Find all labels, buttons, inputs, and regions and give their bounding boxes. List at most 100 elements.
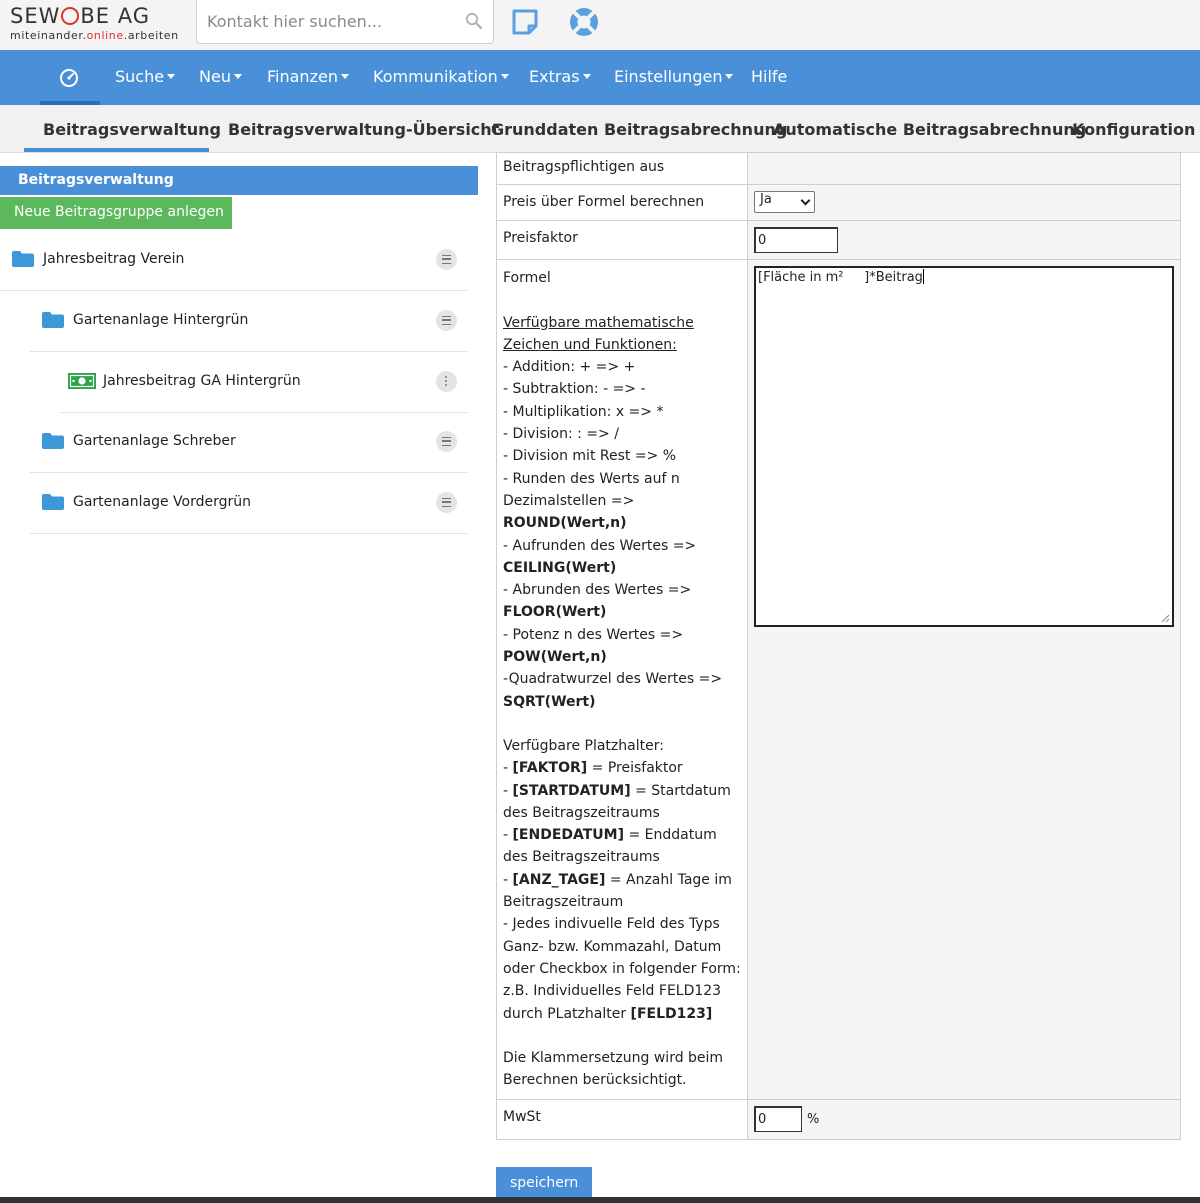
item-menu-button[interactable] — [436, 249, 457, 270]
tab-grunddaten[interactable]: Grunddaten Beitragsabrechnung — [491, 120, 787, 139]
menu-icon — [442, 316, 451, 325]
form-row-price-formula: Preis über Formel berechnen Ja — [496, 184, 1181, 222]
tree-item-label: Jahresbeitrag GA Hintergrün — [103, 373, 301, 389]
help-line: - Jedes indivuelle Feld des Typs Ganz- b… — [503, 916, 741, 977]
caret-down-icon — [340, 74, 349, 79]
resize-handle-icon[interactable] — [1161, 614, 1170, 623]
math-heading: Zeichen und Funktionen: — [503, 336, 677, 353]
item-menu-button[interactable] — [436, 371, 457, 392]
help-line: Die Klammersetzung wird beim Berechnen b… — [503, 1049, 724, 1089]
menu-icon — [442, 498, 451, 507]
tree-item[interactable]: Gartenanlage Vordergrün — [30, 473, 468, 534]
price-factor-cell: 0 — [747, 220, 1181, 261]
lifebuoy-icon[interactable] — [566, 4, 602, 40]
caret-down-icon — [500, 74, 509, 79]
help-line: -Quadratwurzel des Wertes => — [503, 671, 723, 688]
tree-item[interactable]: Gartenanlage Schreber — [30, 412, 468, 473]
new-group-button[interactable]: Neue Beitragsgruppe anlegen — [0, 197, 232, 229]
vat-group: 0 % — [754, 1106, 1174, 1133]
tab-beitragsverwaltung-uebersicht[interactable]: Beitragsverwaltung-Übersicht — [228, 120, 499, 139]
placeholder-heading: Verfügbare Platzhalter: — [503, 737, 664, 754]
payers-label: Beitragspflichtigen aus — [496, 151, 748, 186]
contact-search-input[interactable] — [207, 0, 457, 42]
help-line: - Division mit Rest => % — [503, 448, 677, 465]
help-function: ROUND(Wert,n) — [503, 515, 627, 532]
form-row-vat: MwSt 0 % — [496, 1099, 1181, 1141]
help-line: - Addition: + => + — [503, 359, 636, 376]
help-line: - [ENDEDATUM] = Enddatum des Beitragszei… — [503, 827, 717, 866]
sidebar-header: Beitragsverwaltung — [0, 166, 478, 195]
item-menu-button[interactable] — [436, 310, 457, 331]
tree-item[interactable]: Gartenanlage Hintergrün — [30, 291, 468, 352]
settings-form: Beitragspflichtigen aus Preis über Forme… — [496, 151, 1181, 1141]
folder-icon — [42, 312, 64, 328]
nav-kommunikation[interactable]: Kommunikation — [373, 67, 509, 86]
money-icon — [68, 373, 96, 389]
vat-unit: % — [807, 1111, 820, 1127]
help-line: - Potenz n des Wertes => — [503, 626, 684, 643]
vat-label: MwSt — [496, 1099, 748, 1141]
nav-einstellungen[interactable]: Einstellungen — [614, 67, 734, 86]
tab-beitragsverwaltung[interactable]: Beitragsverwaltung — [43, 120, 221, 139]
caret-down-icon — [167, 74, 176, 79]
tree-item-label: Gartenanlage Hintergrün — [73, 312, 249, 328]
help-line: - [ANZ_TAGE] = Anzahl Tage im Beitragsze… — [503, 871, 732, 911]
item-menu-button[interactable] — [436, 431, 457, 452]
help-line: - Abrunden des Wertes => — [503, 582, 692, 599]
vat-input[interactable]: 0 — [754, 1106, 802, 1133]
nav-dashboard[interactable] — [40, 50, 100, 105]
formula-textarea[interactable]: [Fläche in m² ]*Beitrag — [754, 266, 1174, 628]
help-line: - [FAKTOR] = Preisfaktor — [503, 760, 683, 777]
price-formula-select[interactable]: Ja — [754, 191, 815, 214]
logo-wordmark: SEW BE AG — [10, 4, 150, 28]
tab-automatische-abrechnung[interactable]: Automatische Beitragsabrechnung — [773, 120, 1086, 139]
nav-hilfe[interactable]: Hilfe — [751, 67, 787, 86]
contact-search — [196, 0, 494, 44]
tree-item[interactable]: Jahresbeitrag Verein — [0, 230, 468, 291]
item-menu-button[interactable] — [436, 492, 457, 513]
tree-item-label: Gartenanlage Schreber — [73, 433, 236, 449]
note-icon[interactable] — [509, 6, 541, 38]
folder-icon — [12, 251, 34, 267]
menu-icon — [442, 437, 451, 446]
formula-label-cell: Formel Verfügbare mathematische Zeichen … — [496, 259, 748, 1101]
help-line: - Division: : => / — [503, 426, 619, 443]
help-function: POW(Wert,n) — [503, 649, 607, 666]
nav-finanzen[interactable]: Finanzen — [267, 67, 349, 86]
tree-item[interactable]: Jahresbeitrag GA Hintergrün — [60, 352, 468, 413]
payers-value — [747, 151, 1181, 186]
help-line: - [STARTDATUM] = Startdatum des Beitrags… — [503, 782, 731, 821]
search-icon[interactable] — [465, 12, 483, 30]
price-formula-cell: Ja — [747, 184, 1181, 222]
math-heading: Verfügbare mathematische — [503, 314, 694, 331]
vat-cell: 0 % — [747, 1099, 1181, 1141]
formula-label: Formel — [503, 270, 551, 287]
help-line: - Runden des Werts auf n — [503, 470, 680, 487]
nav-neu[interactable]: Neu — [199, 67, 242, 86]
help-function: SQRT(Wert) — [503, 693, 596, 710]
nav-extras[interactable]: Extras — [529, 67, 591, 86]
form-row-formula: Formel Verfügbare mathematische Zeichen … — [496, 259, 1181, 1101]
dashboard-icon — [60, 69, 78, 87]
folder-icon — [42, 433, 64, 449]
help-function: CEILING(Wert) — [503, 559, 617, 576]
help-line: Dezimalstellen => — [503, 492, 635, 509]
price-formula-label: Preis über Formel berechnen — [496, 184, 748, 222]
tab-active-indicator — [24, 148, 209, 152]
main-navigation: Suche Neu Finanzen Kommunikation Extras … — [0, 50, 1200, 105]
help-function: FLOOR(Wert) — [503, 604, 607, 621]
more-vertical-icon — [445, 376, 448, 387]
sewobe-logo[interactable]: SEW BE AG miteinander.online.arbeiten — [10, 4, 190, 42]
top-bar: SEW BE AG miteinander.online.arbeiten — [0, 0, 1200, 50]
form-row-payers: Beitragspflichtigen aus — [496, 151, 1181, 186]
price-factor-input[interactable]: 0 — [754, 227, 838, 254]
tree-item-label: Gartenanlage Vordergrün — [73, 494, 251, 510]
caret-down-icon — [582, 74, 591, 79]
nav-suche[interactable]: Suche — [115, 67, 176, 86]
text-cursor — [922, 269, 924, 285]
price-formula-selected: Ja — [760, 192, 772, 208]
menu-icon — [442, 255, 451, 264]
help-line: - Subtraktion: - => - — [503, 381, 646, 398]
tab-konfiguration[interactable]: Konfiguration Beitragsverwaltung — [1072, 120, 1200, 139]
form-row-price-factor: Preisfaktor 0 — [496, 220, 1181, 261]
